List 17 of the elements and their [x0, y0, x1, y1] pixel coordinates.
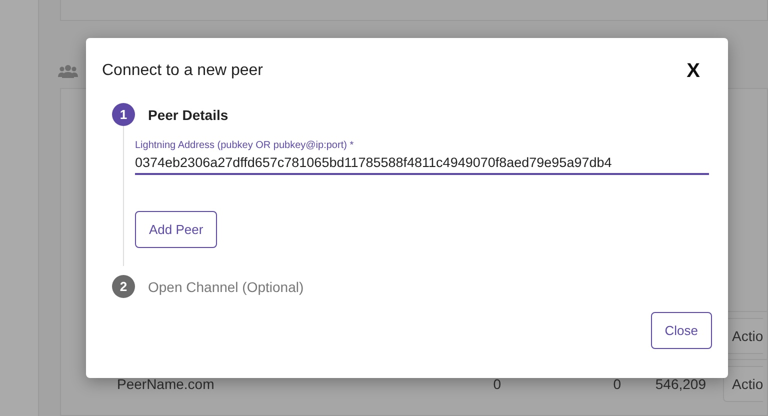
- peer-name: PeerName.com: [116, 376, 216, 392]
- field-value: 0374eb2306a27dffd657c781065bd11785588f4811c4949070f8aed79e95a97db4: [135, 155, 613, 170]
- close-button[interactable]: Close: [650, 312, 712, 349]
- step-number: 1: [112, 103, 135, 126]
- people-icon: [58, 64, 78, 78]
- close-button[interactable]: X: [686, 60, 712, 82]
- field-label: Lightning Address (pubkey OR pubkey@ip:port) *: [135, 140, 355, 151]
- add-peer-button[interactable]: Add Peer: [135, 211, 218, 248]
- table-cell-text: 0: [612, 376, 621, 392]
- dialog-title: Connect to a new peer: [102, 62, 263, 80]
- table-cell-text: 0: [492, 376, 501, 392]
- input-field[interactable]: Lightning Address (pubkey OR pubkey@ip:port) * 0374eb2306a27dffd657c781065bd11785588f4811c4949070f8aed79e95a97db4: [135, 140, 709, 175]
- step-label[interactable]: Peer Details: [148, 106, 228, 122]
- step-label[interactable]: Open Channel (Optional): [148, 278, 304, 294]
- table-cell-text: 546,209: [654, 376, 706, 392]
- step-number: 2: [112, 275, 135, 298]
- action-button[interactable]: Actio: [723, 366, 764, 402]
